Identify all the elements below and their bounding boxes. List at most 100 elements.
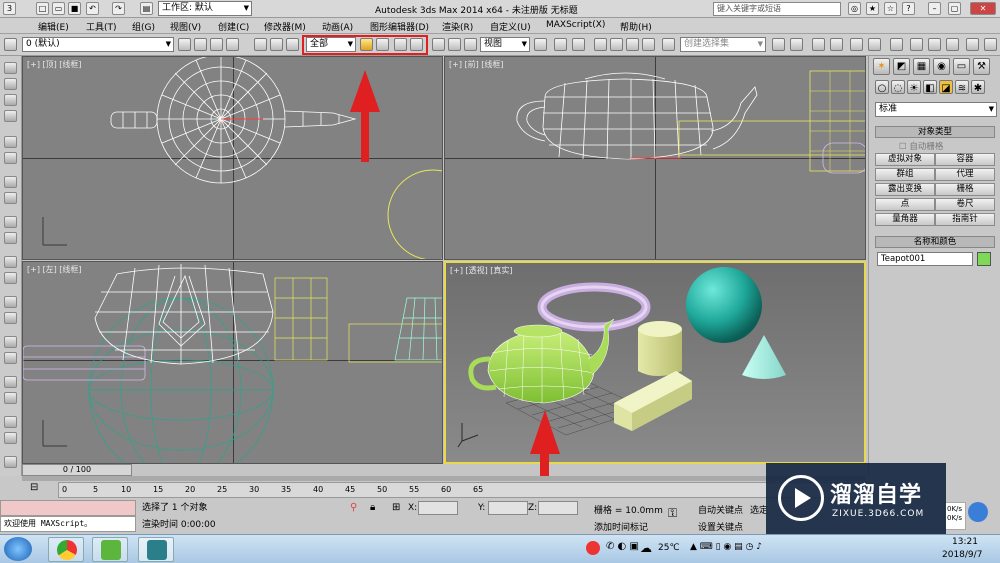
move-icon[interactable] (432, 38, 445, 51)
taskbar-3dsmax[interactable] (138, 537, 174, 562)
dummy-button[interactable]: 虚拟对象 (875, 153, 935, 166)
taskbar-app-green[interactable] (92, 537, 128, 562)
timeline-ruler[interactable]: 0 5 10 15 20 25 30 35 40 45 50 55 60 65 (58, 482, 866, 498)
container-tool-icon[interactable] (4, 176, 17, 188)
start-button-icon[interactable] (4, 537, 32, 561)
bind-space-warp-icon[interactable] (286, 38, 299, 51)
toggle-ribbon-icon[interactable] (830, 38, 843, 51)
menu-maxscript[interactable]: MAXScript(X) (546, 20, 605, 30)
binoculars-icon[interactable]: ◎ (848, 2, 861, 15)
menu-modifiers[interactable]: 修改器(M) (264, 20, 306, 33)
rotate-icon[interactable] (448, 38, 461, 51)
menu-group[interactable]: 组(G) (132, 20, 155, 33)
viewport-front[interactable]: [+] [前] [线框] (444, 56, 866, 260)
select-layer-icon[interactable] (226, 38, 239, 51)
isolate-selection-icon[interactable]: ⚲ (350, 502, 357, 513)
helpers-icon[interactable]: ◪ (939, 80, 953, 94)
object-paint-icon[interactable] (4, 110, 17, 122)
display-tab-icon[interactable]: ▭ (953, 58, 970, 75)
protractor-button[interactable]: 量角器 (875, 213, 935, 226)
taskbar-chrome[interactable] (48, 537, 84, 562)
scene-explorer-icon[interactable] (4, 152, 17, 164)
clock-date[interactable]: 2018/9/7 (942, 550, 982, 560)
mirror-icon[interactable] (772, 38, 785, 51)
open-file-icon[interactable]: ▭ (52, 2, 65, 15)
lighting-tool-icon[interactable] (4, 432, 17, 444)
shapes-icon[interactable]: ◌ (891, 80, 905, 94)
create-tab-icon[interactable]: ✶ (873, 58, 890, 75)
menu-help[interactable]: 帮助(H) (620, 20, 652, 33)
proxy-button[interactable]: 代理 (935, 168, 995, 181)
menu-graph-editors[interactable]: 图形编辑器(D) (370, 20, 429, 33)
reference-coordinate-dropdown[interactable]: 视图 ▼ (480, 37, 530, 52)
cameras-icon[interactable]: ◧ (923, 80, 937, 94)
speed-meter-icon[interactable] (968, 502, 988, 522)
animation-tool-icon[interactable] (4, 456, 17, 468)
percent-snap-icon[interactable] (626, 38, 639, 51)
workspace-dropdown[interactable]: 工作区: 默认 ▼ (158, 1, 252, 16)
select-object-icon[interactable] (360, 38, 373, 51)
pivot-center-icon[interactable] (534, 38, 547, 51)
expose-transform-button[interactable]: 露出变换 (875, 183, 935, 196)
systems-tool-icon[interactable] (4, 296, 17, 308)
autogrid-checkbox[interactable]: ☐ 自动栅格 (899, 140, 943, 152)
spinner-snap-icon[interactable] (642, 38, 655, 51)
x-coordinate-input[interactable] (418, 501, 458, 515)
help-icon[interactable]: ? (902, 2, 915, 15)
set-key-button[interactable]: 设置关键点 (698, 520, 743, 533)
menu-rendering[interactable]: 渲染(R) (442, 20, 473, 33)
close-icon[interactable]: ✕ (970, 2, 996, 15)
selection-lock-icon[interactable]: 🔒︎ (370, 502, 375, 513)
light-lister-icon[interactable] (4, 192, 17, 204)
render-tool-icon[interactable] (4, 416, 17, 428)
new-layer-icon[interactable] (194, 38, 207, 51)
modify-tab-icon[interactable]: ◩ (893, 58, 910, 75)
freeform-tool-icon[interactable] (4, 78, 17, 90)
time-slider-track[interactable] (22, 476, 866, 481)
clock-time[interactable]: 13:21 (952, 537, 978, 547)
z-coordinate-input[interactable] (538, 501, 578, 515)
select-by-name-icon[interactable] (376, 38, 389, 51)
dynamics-tool-icon[interactable] (4, 336, 17, 348)
schematic-view-icon[interactable] (868, 38, 881, 51)
add-to-layer-icon[interactable] (210, 38, 223, 51)
camera-tool-icon[interactable] (4, 232, 17, 244)
layer-manager-icon[interactable] (178, 38, 191, 51)
activeshade-icon[interactable] (984, 38, 997, 51)
maxscript-listener-input[interactable] (0, 500, 136, 516)
maximize-icon[interactable]: ▢ (948, 2, 961, 15)
graphite-tool-icon[interactable] (4, 62, 17, 74)
project-folder-icon[interactable]: ▤ (140, 2, 153, 15)
hair-tool-icon[interactable] (4, 376, 17, 388)
app-logo-icon[interactable]: 3 (3, 2, 16, 15)
minimize-icon[interactable]: – (928, 2, 941, 15)
sphere-tool-icon[interactable] (4, 216, 17, 228)
favorites-icon[interactable]: ☆ (884, 2, 897, 15)
container-button[interactable]: 容器 (935, 153, 995, 166)
tape-button[interactable]: 卷尺 (935, 198, 995, 211)
space-warps-icon[interactable]: ≋ (955, 80, 969, 94)
new-file-icon[interactable]: □ (36, 2, 49, 15)
populate-icon[interactable] (4, 136, 17, 148)
utilities-tab-icon[interactable]: ⚒ (973, 58, 990, 75)
menu-edit[interactable]: 编辑(E) (38, 20, 69, 33)
menu-tools[interactable]: 工具(T) (86, 20, 117, 33)
crowd-button[interactable]: 群组 (875, 168, 935, 181)
object-name-input[interactable]: Teapot001 (877, 252, 973, 266)
lights-icon[interactable]: ☀ (907, 80, 921, 94)
selection-filter-dropdown[interactable]: 全部 ▼ (306, 37, 356, 52)
unlink-icon[interactable] (270, 38, 283, 51)
motion-tab-icon[interactable]: ◉ (933, 58, 950, 75)
named-selection-dropdown[interactable]: 创建选择集 ▼ (680, 37, 766, 52)
reactor-tool-icon[interactable] (4, 392, 17, 404)
layer-explorer-icon[interactable] (812, 38, 825, 51)
window-crossing-icon[interactable] (410, 38, 423, 51)
object-type-rollout[interactable]: 对象类型 (875, 126, 995, 138)
selection-tool-icon[interactable] (4, 94, 17, 106)
keyboard-shortcut-icon[interactable] (572, 38, 585, 51)
compass-button[interactable]: 指南针 (935, 213, 995, 226)
select-manipulate-icon[interactable] (554, 38, 567, 51)
curve-editor-icon[interactable] (850, 38, 863, 51)
search-input[interactable]: 键入关键字或短语 (713, 2, 841, 16)
grid-button[interactable]: 栅格 (935, 183, 995, 196)
